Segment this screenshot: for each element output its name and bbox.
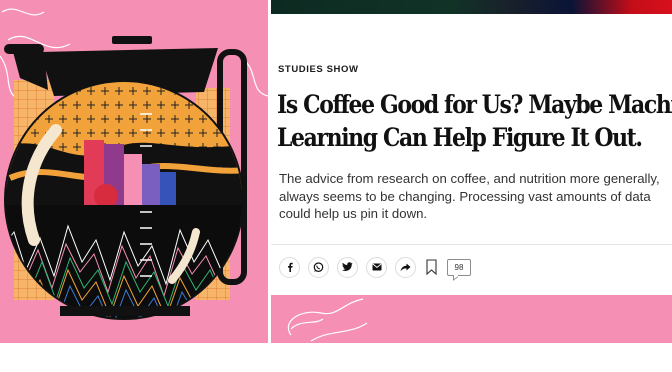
email-icon [372,263,381,271]
share-twitter-button[interactable] [337,256,358,278]
divider-line [271,244,672,245]
share-more-button[interactable] [395,256,416,278]
article-header: STUDIES SHOW Is Coffee Good for Us? Mayb… [271,14,672,295]
section-kicker[interactable]: STUDIES SHOW [278,64,359,75]
whatsapp-icon [313,261,324,272]
next-story-image-strip [271,295,672,343]
facebook-icon [287,262,293,272]
previous-story-image-strip [271,0,672,14]
comment-count: 98 [447,258,471,276]
twitter-icon [342,262,353,271]
save-article-button[interactable] [424,257,438,278]
share-whatsapp-button[interactable] [308,256,329,278]
share-toolbar: 98 [279,256,471,281]
share-arrow-icon [400,263,411,271]
headline-line-2: Learning Can Help Figure It Out. [277,123,643,153]
article-headline: Is Coffee Good for Us? Maybe Machine Lea… [277,89,672,155]
page-margin [0,343,672,372]
share-facebook-button[interactable] [279,256,300,278]
steam-swirl-decoration [287,298,368,342]
headline-line-1: Is Coffee Good for Us? Maybe Machine [277,90,672,120]
bookmark-icon [425,259,437,275]
hero-illustration [0,0,268,343]
article-summary: The advice from research on coffee, and … [279,171,660,221]
coffee-pot-illustration [0,8,268,320]
share-email-button[interactable] [366,256,387,278]
comments-button[interactable]: 98 [447,256,471,281]
